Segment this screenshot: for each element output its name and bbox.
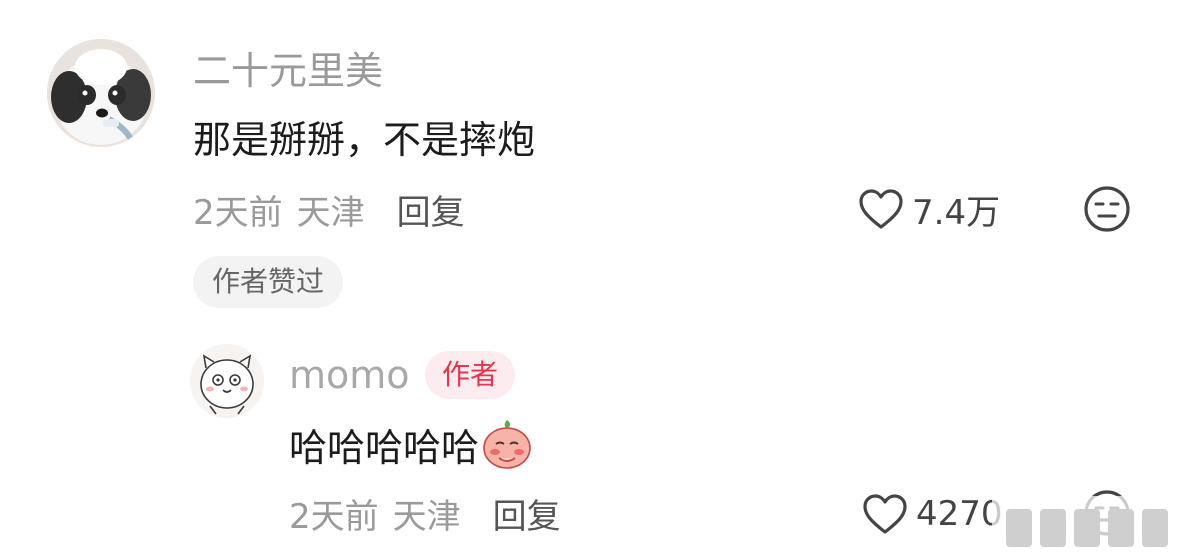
reply-like-button[interactable]: 4270	[862, 489, 1003, 539]
watermark-glyph	[1006, 508, 1032, 547]
heart-outline-icon	[863, 494, 907, 534]
reply-text-row: 哈哈哈哈哈	[289, 418, 533, 470]
comment-meta: 2天前 天津 回复	[193, 184, 465, 234]
meh-face-icon	[1084, 186, 1130, 232]
comment-time: 2天前	[193, 192, 283, 233]
watermark-glyph	[1108, 508, 1134, 547]
cat-avatar-image	[190, 344, 264, 418]
dog-avatar-icon[interactable]	[47, 39, 155, 147]
comment-username[interactable]: 二十元里美	[193, 46, 383, 96]
dislike-button[interactable]	[1083, 185, 1131, 233]
reply-time: 2天前	[289, 496, 379, 537]
comment-text: 那是掰掰，不是摔炮	[193, 118, 536, 162]
reply-text: 哈哈哈哈哈	[289, 425, 480, 470]
like-count: 7.4万	[912, 192, 1001, 233]
reply-meta: 2天前 天津 回复	[289, 488, 561, 538]
peach-emoji-icon	[481, 418, 533, 470]
author-liked-tag: 作者赞过	[193, 256, 344, 308]
reply-button[interactable]: 回复	[397, 185, 465, 234]
reply-reply-button[interactable]: 回复	[493, 489, 561, 538]
dog-avatar-image	[47, 39, 155, 147]
heart-outline-icon	[859, 189, 903, 229]
comment-location: 天津	[296, 192, 365, 233]
comment-thread: 二十元里美 那是掰掰，不是摔炮 2天前 天津 回复 7.4万 作者赞过 momo…	[0, 0, 1179, 559]
watermark-overlay	[992, 496, 1179, 559]
watermark-glyph	[1074, 508, 1100, 547]
watermark-glyph	[1040, 508, 1066, 547]
cartoon-cat-avatar-icon[interactable]	[190, 344, 264, 418]
reply-username[interactable]: momo	[289, 350, 410, 400]
reply-like-count: 4270	[916, 494, 1003, 534]
watermark-glyph	[1142, 508, 1168, 547]
like-button[interactable]: 7.4万	[858, 184, 1000, 234]
author-badge: 作者	[425, 351, 516, 399]
reply-location: 天津	[392, 496, 461, 537]
